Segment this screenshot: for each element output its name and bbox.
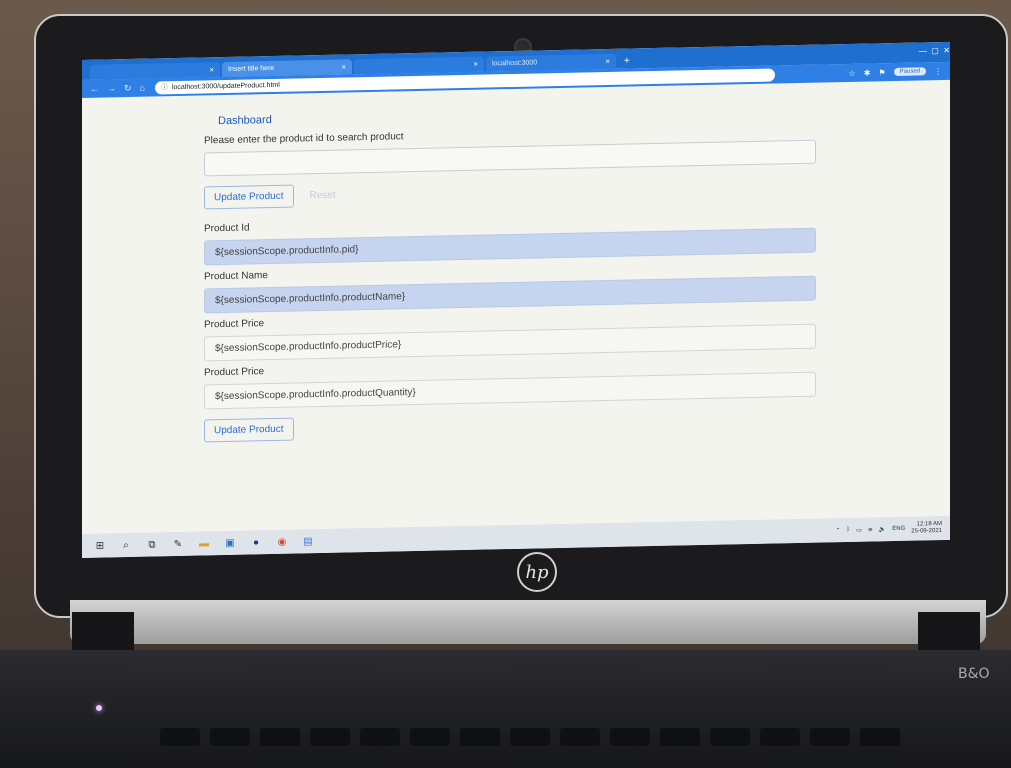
keyboard-key: [410, 728, 450, 746]
keyboard-key: [810, 728, 850, 746]
language-indicator[interactable]: ENG: [892, 526, 905, 532]
product-id-search-input[interactable]: [204, 139, 816, 177]
keyboard-key: [510, 728, 550, 746]
file-explorer-icon[interactable]: ▬: [196, 535, 212, 551]
keyboard-key: [260, 728, 300, 746]
search-actions: Update Product Reset: [204, 173, 824, 210]
keyboard-key: [360, 728, 400, 746]
star-icon[interactable]: ☆: [849, 68, 856, 77]
wifi-icon[interactable]: ≋: [868, 526, 873, 533]
power-indicator: [96, 705, 102, 711]
toolbar-actions: ☆ ✱ ⚑ Paused ⋮: [849, 66, 942, 77]
forward-icon[interactable]: →: [107, 83, 116, 93]
chrome-icon[interactable]: ◉: [274, 534, 290, 550]
function-key-row: [160, 728, 900, 746]
window-controls[interactable]: — ▢ ✕: [919, 46, 950, 56]
pen-icon[interactable]: ✎: [170, 536, 186, 552]
laptop-screen: × Insert title here × × localhost:3000 × +…: [82, 41, 950, 558]
keyboard-key: [210, 728, 250, 746]
close-icon[interactable]: ×: [473, 60, 478, 69]
keyboard-key: [660, 728, 700, 746]
url-text: localhost:3000/updateProduct.html: [171, 81, 280, 91]
page-content: Dashboard Please enter the product id to…: [204, 102, 824, 443]
close-icon[interactable]: ×: [605, 57, 610, 66]
clock-date: 25-09-2021: [911, 527, 942, 535]
home-icon[interactable]: ⌂: [140, 83, 145, 93]
keyboard-deck: [0, 650, 1011, 768]
profile-status-button[interactable]: Paused: [893, 67, 926, 76]
info-icon[interactable]: ⓘ: [161, 82, 168, 92]
reload-icon[interactable]: ↻: [124, 82, 132, 93]
windows-start-icon[interactable]: ⊞: [92, 537, 108, 553]
keyboard-key: [610, 728, 650, 746]
battery-icon[interactable]: ▭: [856, 526, 862, 533]
menu-icon[interactable]: ⋮: [934, 66, 942, 75]
keyboard-key: [560, 728, 600, 746]
new-tab-icon[interactable]: +: [624, 54, 630, 69]
search-icon[interactable]: ⌕: [118, 537, 134, 553]
extension-icon[interactable]: ✱: [864, 68, 871, 77]
hp-logo: hp: [517, 552, 557, 592]
laptop-hinge: [70, 600, 986, 644]
back-icon[interactable]: ←: [90, 84, 99, 94]
submit-update-product-button[interactable]: Update Product: [204, 417, 294, 443]
puzzle-icon[interactable]: ⚑: [878, 68, 885, 77]
close-icon[interactable]: ×: [209, 65, 214, 74]
update-product-button[interactable]: Update Product: [204, 184, 294, 210]
bluetooth-icon[interactable]: ᛒ: [846, 527, 850, 533]
system-tray: ⌃ ᛒ ▭ ≋ 🔈 ENG 12:18 AM 25-09-2021: [835, 521, 942, 537]
tab-title: Insert title here: [228, 64, 275, 73]
chevron-up-icon[interactable]: ⌃: [835, 527, 840, 534]
tab-title: localhost:3000: [492, 59, 538, 68]
close-icon[interactable]: ×: [341, 62, 346, 71]
product-quantity-field[interactable]: ${sessionScope.productInfo.productQuanti…: [204, 371, 816, 410]
ide-icon[interactable]: ▤: [300, 533, 316, 549]
bang-olufsen-logo: B&O: [958, 666, 990, 682]
app-icon[interactable]: ▣: [222, 535, 238, 551]
keyboard-key: [460, 728, 500, 746]
keyboard-key: [310, 728, 350, 746]
keyboard-key: [160, 728, 200, 746]
form-actions: Update Product: [204, 406, 824, 443]
task-view-icon[interactable]: ⧉: [144, 536, 160, 552]
browser-app-icon[interactable]: ●: [248, 534, 264, 550]
keyboard-key: [860, 728, 900, 746]
keyboard-key: [760, 728, 800, 746]
clock[interactable]: 12:18 AM 25-09-2021: [911, 521, 942, 536]
reset-button[interactable]: Reset: [300, 183, 346, 207]
volume-icon[interactable]: 🔈: [879, 526, 886, 533]
keyboard-key: [710, 728, 750, 746]
